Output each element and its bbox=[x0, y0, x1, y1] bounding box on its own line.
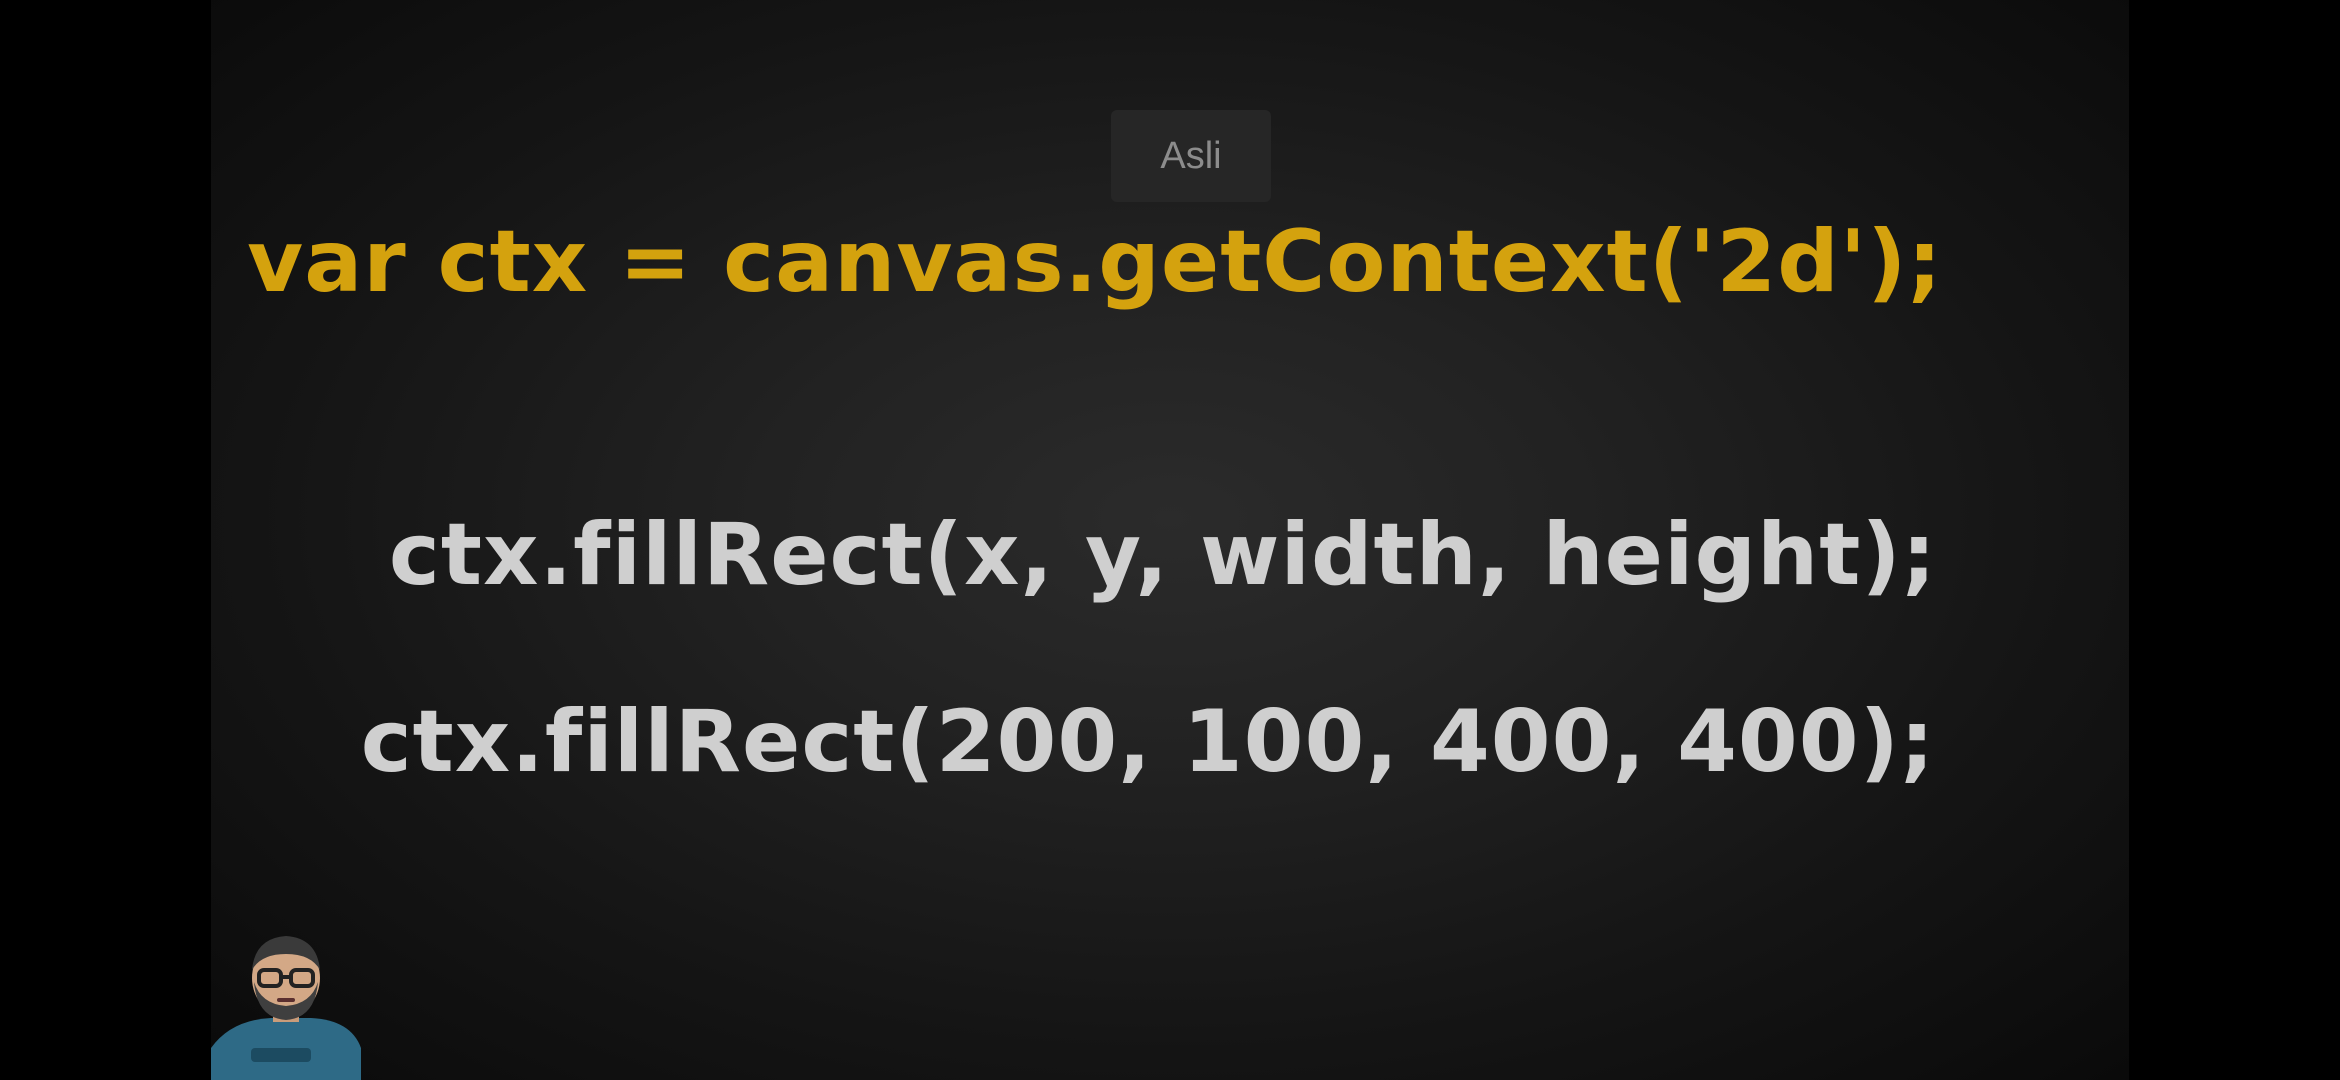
quality-badge[interactable]: Asli bbox=[1111, 110, 1271, 202]
code-line-fillrect-example: ctx.fillRect(200, 100, 400, 400); bbox=[360, 692, 1936, 792]
video-frame[interactable]: Asli var ctx = canvas.getContext('2d'); … bbox=[211, 0, 2129, 1080]
code-line-get-context: var ctx = canvas.getContext('2d'); bbox=[247, 212, 1943, 312]
presenter-avatar-icon bbox=[211, 920, 371, 1080]
video-player-screen[interactable]: Asli var ctx = canvas.getContext('2d'); … bbox=[0, 0, 2340, 1080]
code-line-fillrect-signature: ctx.fillRect(x, y, width, height); bbox=[388, 505, 1938, 605]
presenter-avatar-graphic bbox=[211, 936, 361, 1080]
